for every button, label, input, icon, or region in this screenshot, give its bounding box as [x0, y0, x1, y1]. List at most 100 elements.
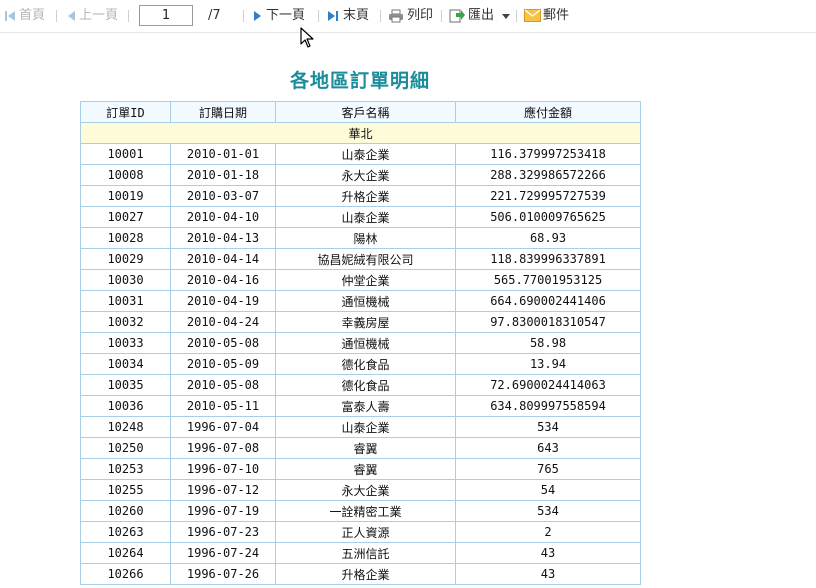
order-id-cell: 10260 — [80, 500, 171, 522]
order-id-cell: 10033 — [80, 332, 171, 354]
amount-due-cell: 506.010009765625 — [455, 206, 641, 228]
order-id-cell: 10253 — [80, 458, 171, 480]
column-header-customer-name: 客戶名稱 — [275, 101, 456, 123]
column-header-order-id: 訂單ID — [80, 101, 171, 123]
table-row: 10031 2010-04-19 通恒機械 664.690002441406 — [80, 290, 641, 312]
order-id-cell: 10250 — [80, 437, 171, 459]
order-id-cell: 10034 — [80, 353, 171, 375]
amount-due-cell: 765 — [455, 458, 641, 480]
printer-icon — [389, 9, 403, 23]
table-row: 10264 1996-07-24 五洲信託 43 — [80, 542, 641, 564]
order-date-cell: 2010-04-19 — [170, 290, 276, 312]
first-page-button[interactable]: 首頁 — [4, 7, 45, 25]
customer-name-cell: 富泰人壽 — [275, 395, 456, 417]
order-date-cell: 2010-05-08 — [170, 332, 276, 354]
customer-name-cell: 五洲信託 — [275, 542, 456, 564]
table-row: 10035 2010-05-08 德化食品 72.6900024414063 — [80, 374, 641, 396]
toolbar-divider — [243, 10, 244, 22]
table-row: 10001 2010-01-01 山泰企業 116.379997253418 — [80, 143, 641, 165]
customer-name-cell: 一詮精密工業 — [275, 500, 456, 522]
toolbar-divider — [318, 10, 319, 22]
order-id-cell: 10029 — [80, 248, 171, 270]
amount-due-cell: 221.729995727539 — [455, 185, 641, 207]
order-date-cell: 2010-04-14 — [170, 248, 276, 270]
amount-due-cell: 43 — [455, 563, 641, 585]
customer-name-cell: 升格企業 — [275, 185, 456, 207]
order-id-cell: 10036 — [80, 395, 171, 417]
last-page-label: 末頁 — [343, 8, 370, 23]
chevron-down-icon — [502, 14, 511, 19]
table-row: 10255 1996-07-12 永大企業 54 — [80, 479, 641, 501]
customer-name-cell: 山泰企業 — [275, 143, 456, 165]
envelope-icon — [524, 9, 541, 22]
table-row: 10253 1996-07-10 睿翼 765 — [80, 458, 641, 480]
amount-due-cell: 288.329986572266 — [455, 164, 641, 186]
order-date-cell: 2010-05-08 — [170, 374, 276, 396]
page-total-label: /7 — [208, 8, 221, 23]
order-date-cell: 1996-07-26 — [170, 563, 276, 585]
toolbar-divider — [516, 10, 517, 22]
order-date-cell: 1996-07-24 — [170, 542, 276, 564]
mail-button[interactable]: 郵件 — [524, 7, 569, 25]
toolbar-divider — [128, 10, 129, 22]
amount-due-cell: 72.6900024414063 — [455, 374, 641, 396]
export-label: 匯出 — [468, 8, 495, 23]
last-page-icon — [328, 11, 338, 21]
print-label: 列印 — [407, 8, 434, 23]
order-id-cell: 10031 — [80, 290, 171, 312]
amount-due-cell: 565.77001953125 — [455, 269, 641, 291]
next-page-button[interactable]: 下一頁 — [253, 7, 305, 25]
amount-due-cell: 54 — [455, 479, 641, 501]
order-id-cell: 10008 — [80, 164, 171, 186]
order-date-cell: 2010-01-01 — [170, 143, 276, 165]
customer-name-cell: 德化食品 — [275, 374, 456, 396]
report-title: 各地區訂單明細 — [289, 70, 430, 92]
order-date-cell: 2010-01-18 — [170, 164, 276, 186]
customer-name-cell: 睿翼 — [275, 458, 456, 480]
table-row: 10250 1996-07-08 睿翼 643 — [80, 437, 641, 459]
customer-name-cell: 陽林 — [275, 227, 456, 249]
group-label: 華北 — [80, 122, 641, 144]
order-id-cell: 10032 — [80, 311, 171, 333]
page-number-input[interactable] — [139, 5, 193, 26]
print-button[interactable]: 列印 — [388, 7, 433, 25]
export-button[interactable]: 匯出 — [449, 7, 513, 25]
order-id-cell: 10028 — [80, 227, 171, 249]
table-row: 10008 2010-01-18 永大企業 288.329986572266 — [80, 164, 641, 186]
amount-due-cell: 13.94 — [455, 353, 641, 375]
order-date-cell: 2010-04-16 — [170, 269, 276, 291]
customer-name-cell: 仲堂企業 — [275, 269, 456, 291]
order-id-cell: 10248 — [80, 416, 171, 438]
order-date-cell: 2010-04-24 — [170, 311, 276, 333]
amount-due-cell: 643 — [455, 437, 641, 459]
amount-due-cell: 664.690002441406 — [455, 290, 641, 312]
order-date-cell: 1996-07-19 — [170, 500, 276, 522]
amount-due-cell: 118.839996337891 — [455, 248, 641, 270]
amount-due-cell: 97.8300018310547 — [455, 311, 641, 333]
order-id-cell: 10255 — [80, 479, 171, 501]
report-toolbar: 首頁 上一頁 /7 下一頁 末頁 列印 匯出 — [0, 0, 816, 33]
amount-due-cell: 2 — [455, 521, 641, 543]
customer-name-cell: 永大企業 — [275, 164, 456, 186]
table-row: 10248 1996-07-04 山泰企業 534 — [80, 416, 641, 438]
previous-page-button[interactable]: 上一頁 — [66, 7, 118, 25]
column-header-order-date: 訂購日期 — [170, 101, 276, 123]
order-id-cell: 10266 — [80, 563, 171, 585]
table-row: 10029 2010-04-14 協昌妮絨有限公司 118.839996337891 — [80, 248, 641, 270]
table-header-row: 訂單ID 訂購日期 客戶名稱 應付金額 — [80, 101, 641, 123]
customer-name-cell: 幸義房屋 — [275, 311, 456, 333]
amount-due-cell: 116.379997253418 — [455, 143, 641, 165]
table-row: 10260 1996-07-19 一詮精密工業 534 — [80, 500, 641, 522]
mail-label: 郵件 — [543, 8, 570, 23]
last-page-button[interactable]: 末頁 — [327, 7, 369, 25]
order-date-cell: 1996-07-04 — [170, 416, 276, 438]
customer-name-cell: 山泰企業 — [275, 206, 456, 228]
export-icon — [449, 9, 465, 23]
group-header-row: 華北 — [80, 122, 641, 144]
table-row: 10033 2010-05-08 通恒機械 58.98 — [80, 332, 641, 354]
table-row: 10028 2010-04-13 陽林 68.93 — [80, 227, 641, 249]
customer-name-cell: 德化食品 — [275, 353, 456, 375]
customer-name-cell: 睿翼 — [275, 437, 456, 459]
amount-due-cell: 534 — [455, 500, 641, 522]
order-id-cell: 10264 — [80, 542, 171, 564]
